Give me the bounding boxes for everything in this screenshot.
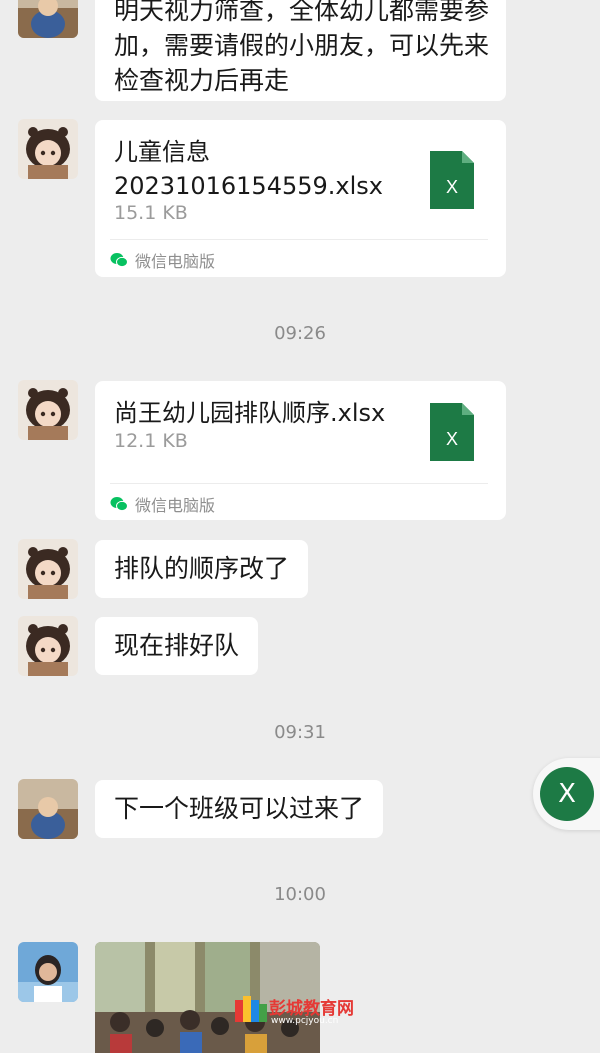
file-size: 12.1 KB	[114, 430, 188, 452]
avatar[interactable]	[18, 942, 78, 1002]
file-name: 20231016154559.xlsx	[114, 172, 383, 200]
svg-text:X: X	[446, 429, 458, 449]
file-name: 尚王幼儿园排队顺序.xlsx	[114, 399, 386, 427]
avatar[interactable]	[18, 616, 78, 676]
avatar[interactable]	[18, 380, 78, 440]
floating-file-button[interactable]: X	[533, 758, 600, 830]
card-divider	[110, 239, 488, 240]
excel-file-icon: X	[430, 403, 474, 461]
excel-file-icon: X	[430, 151, 474, 209]
message-text: 下一个班级可以过来了	[114, 794, 365, 823]
message-bubble[interactable]: 现在排好队	[95, 617, 259, 675]
message-text: 现在排好队	[114, 631, 240, 660]
watermark: 彭城教育网 www.pcjyou.cn	[235, 994, 375, 1034]
file-name: 儿童信息	[114, 138, 210, 166]
message-line: 明天视力筛查，全体幼儿都需要参	[114, 0, 490, 25]
timestamp: 09:26	[274, 323, 326, 344]
watermark-url: www.pcjyou.cn	[271, 1016, 339, 1026]
file-message-card[interactable]: 儿童信息 20231016154559.xlsx 15.1 KB X 微信电脑版	[95, 120, 506, 277]
source-label: 微信电脑版	[135, 252, 216, 271]
timestamp: 09:31	[274, 722, 326, 743]
message-bubble[interactable]: 明天视力筛查，全体幼儿都需要参 加，需要请假的小朋友，可以先来 检查视力后再走	[95, 0, 506, 101]
avatar[interactable]	[18, 539, 78, 599]
book-logo-icon	[235, 996, 267, 1022]
wechat-icon	[110, 497, 128, 512]
message-line: 加，需要请假的小朋友，可以先来	[114, 31, 490, 60]
avatar[interactable]	[18, 119, 78, 179]
avatar[interactable]	[18, 779, 78, 839]
excel-icon: X	[540, 767, 594, 821]
message-bubble[interactable]: 排队的顺序改了	[95, 540, 309, 598]
wechat-icon	[110, 253, 128, 268]
message-bubble[interactable]: 下一个班级可以过来了	[95, 780, 384, 838]
source-label: 微信电脑版	[135, 496, 216, 515]
file-message-card[interactable]: 尚王幼儿园排队顺序.xlsx 12.1 KB X 微信电脑版	[95, 381, 506, 520]
file-size: 15.1 KB	[114, 202, 188, 224]
avatar[interactable]	[18, 0, 78, 38]
svg-text:X: X	[446, 177, 458, 197]
timestamp: 10:00	[274, 884, 326, 905]
card-source: 微信电脑版	[110, 492, 215, 516]
message-line: 检查视力后再走	[114, 66, 290, 95]
card-source: 微信电脑版	[110, 248, 215, 272]
card-divider	[110, 483, 488, 484]
message-text: 排队的顺序改了	[114, 554, 290, 583]
